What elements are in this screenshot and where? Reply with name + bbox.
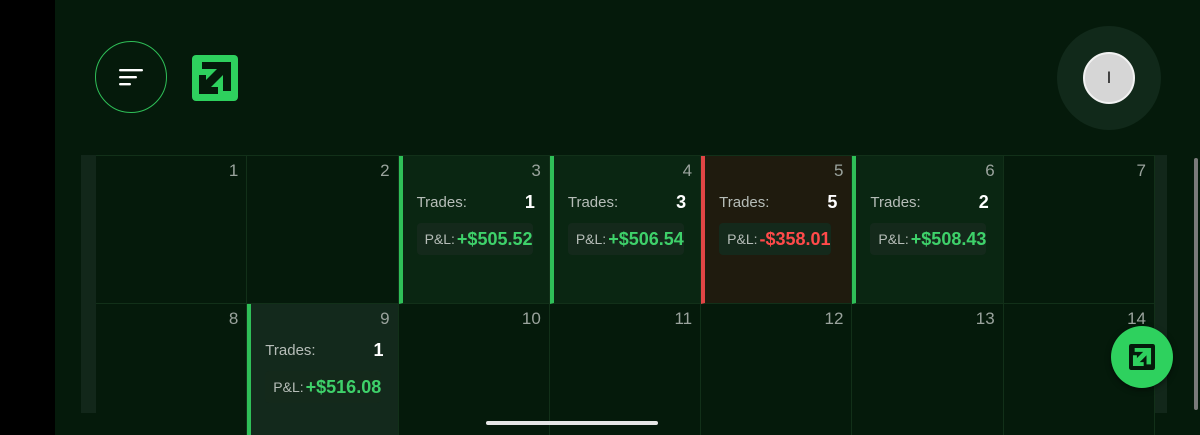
pnl-value: +$516.08 <box>305 376 382 397</box>
day-number: 8 <box>228 309 239 328</box>
menu-icon <box>119 69 143 86</box>
day-number: 11 <box>674 309 693 328</box>
calendar-day-4[interactable]: 4 Trades: 3 P&L: +$506.54 <box>549 156 702 304</box>
trades-label: Trades: <box>719 194 770 211</box>
trades-label: Trades: <box>265 342 316 359</box>
avatar-container: I <box>1057 26 1161 130</box>
pnl-value: +$506.54 <box>608 228 684 249</box>
menu-button[interactable] <box>95 41 167 113</box>
calendar-day-11[interactable]: 11 <box>550 304 702 435</box>
pnl-value: +$508.43 <box>910 228 987 249</box>
day-number: 10 <box>521 309 541 328</box>
app-logo[interactable] <box>192 55 238 101</box>
trades-label: Trades: <box>870 194 921 211</box>
home-indicator <box>486 421 658 425</box>
day-number: 9 <box>380 309 390 328</box>
day-number: 4 <box>682 161 693 180</box>
trades-count: 2 <box>978 192 989 212</box>
avatar-initial: I <box>1106 68 1112 87</box>
calendar-day-10[interactable]: 10 <box>399 304 550 435</box>
calendar-day-13[interactable]: 13 <box>852 304 1004 435</box>
user-avatar[interactable]: I <box>1083 52 1135 104</box>
day-number: 3 <box>531 161 541 180</box>
trades-label: Trades: <box>567 194 619 211</box>
day-number: 5 <box>833 161 844 180</box>
trades-count: 5 <box>827 192 838 212</box>
day-number: 12 <box>824 309 844 328</box>
day-number: 7 <box>1136 161 1146 180</box>
pnl-label: P&L: <box>878 231 909 247</box>
day-number: 1 <box>228 161 239 180</box>
trades-count: 1 <box>373 340 384 360</box>
trades-count: 3 <box>676 192 687 212</box>
pnl-box: P&L: +$505.52 <box>416 223 533 255</box>
day-number: 6 <box>985 161 995 180</box>
arrow-box-logo-icon <box>1129 344 1155 370</box>
trades-count: 1 <box>524 192 535 212</box>
calendar-day-12[interactable]: 12 <box>701 304 853 435</box>
pnl-box: P&L: +$508.43 <box>870 223 987 255</box>
calendar-day-2[interactable]: 2 <box>247 156 399 304</box>
calendar-grid: 1 2 3 Trades: 1 P&L: +$505.52 4 Trades: 3 P&L: +$50… <box>96 155 1155 435</box>
scrollbar[interactable] <box>1194 158 1198 410</box>
pnl-box: P&L: -$358.01 <box>719 223 831 255</box>
pnl-label: P&L: <box>273 379 304 395</box>
calendar-day-1[interactable]: 1 <box>96 156 248 304</box>
pnl-box: P&L: +$506.54 <box>567 223 684 255</box>
calendar-day-6[interactable]: 6 Trades: 2 P&L: +$508.43 <box>852 156 1004 304</box>
calendar-day-3[interactable]: 3 Trades: 1 P&L: +$505.52 <box>398 156 550 304</box>
pnl-label: P&L: <box>727 231 758 247</box>
calendar-day-8[interactable]: 8 <box>96 304 248 435</box>
quick-action-button[interactable] <box>1111 326 1173 388</box>
pnl-label: P&L: <box>575 231 607 247</box>
pnl-label: P&L: <box>424 231 455 247</box>
calendar-left-gutter <box>81 155 96 413</box>
calendar-day-9[interactable]: 9 Trades: 1 P&L: +$516.08 <box>247 304 399 435</box>
day-number: 13 <box>975 309 995 328</box>
pnl-value: -$358.01 <box>759 228 831 249</box>
calendar-day-5[interactable]: 5 Trades: 5 P&L: -$358.01 <box>701 156 853 304</box>
trades-label: Trades: <box>416 194 467 211</box>
pnl-box: P&L: +$516.08 <box>265 371 382 403</box>
pnl-value: +$505.52 <box>456 228 533 249</box>
calendar-day-7[interactable]: 7 <box>1003 156 1155 304</box>
day-number: 2 <box>380 161 390 180</box>
arrow-box-logo-icon <box>192 55 238 101</box>
app-screen: I 1 2 3 Trades: 1 P&L: +$505.52 4 Trades: 3 P&L: +$… <box>55 0 1200 435</box>
